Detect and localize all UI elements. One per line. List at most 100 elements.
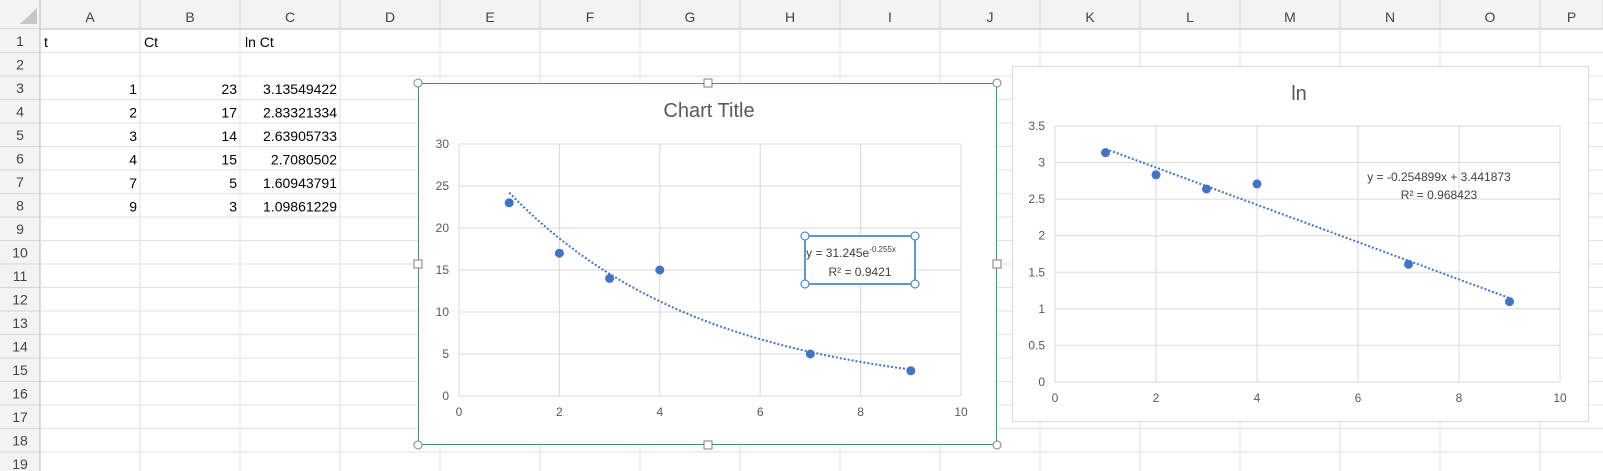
column-header-f[interactable]: F [586, 9, 595, 25]
y-tick-label: 15 [436, 263, 450, 277]
data-point[interactable] [1252, 179, 1262, 189]
column-header-c[interactable]: C [285, 9, 295, 25]
y-tick-label: 2.5 [1028, 192, 1045, 206]
cell-a7[interactable]: 7 [129, 175, 137, 191]
column-header-j[interactable]: J [987, 9, 994, 25]
row-header-14[interactable]: 14 [12, 339, 28, 355]
y-tick-label: 1 [1038, 302, 1045, 316]
cell-c3[interactable]: 3.13549422 [263, 81, 337, 97]
cell-b7[interactable]: 5 [229, 175, 237, 191]
column-header-p[interactable]: P [1567, 9, 1576, 25]
data-point[interactable] [655, 265, 665, 275]
data-point[interactable] [1505, 297, 1514, 307]
y-tick-label: 0 [1038, 375, 1045, 389]
y-tick-label: 2 [1038, 229, 1045, 243]
row-header-9[interactable]: 9 [16, 221, 24, 237]
column-header-k[interactable]: K [1085, 9, 1095, 25]
y-tick-label: 25 [436, 179, 450, 193]
cell-b3[interactable]: 23 [221, 81, 237, 97]
cell-a6[interactable]: 4 [129, 152, 137, 168]
cell-b4[interactable]: 17 [221, 105, 237, 121]
x-tick-label: 10 [1553, 391, 1567, 405]
cell-a4[interactable]: 2 [129, 105, 137, 121]
row-header-7[interactable]: 7 [16, 174, 24, 190]
trendline-label-box[interactable]: y = 31.245e-0.255x R² = 0.9421 [800, 231, 920, 289]
row-header-13[interactable]: 13 [12, 315, 28, 331]
y-tick-label: 0 [442, 389, 449, 403]
row-header-11[interactable]: 11 [13, 268, 28, 284]
x-axis-labels: 0 2 4 6 8 10 [456, 405, 968, 419]
y-axis-labels: 0 0.5 1 1.5 2 2.5 3 3.5 [1028, 119, 1045, 389]
column-header-h[interactable]: H [785, 9, 795, 25]
y-tick-label: 1.5 [1028, 265, 1045, 279]
r-squared[interactable]: R² = 0.968423 [1401, 188, 1478, 202]
cell-c8[interactable]: 1.09861229 [263, 199, 337, 215]
column-header-b[interactable]: B [185, 9, 194, 25]
row-header-3[interactable]: 3 [16, 80, 24, 96]
x-tick-label: 0 [1052, 391, 1059, 405]
row-header-17[interactable]: 17 [12, 409, 28, 425]
row-header-5[interactable]: 5 [16, 127, 24, 143]
row-header-16[interactable]: 16 [12, 386, 28, 402]
row-header-18[interactable]: 18 [12, 433, 28, 449]
column-header-a[interactable]: A [85, 9, 95, 25]
row-header-15[interactable]: 15 [12, 362, 28, 378]
trendline-equation[interactable]: y = -0.254899x + 3.441873 [1367, 170, 1511, 184]
column-header-e[interactable]: E [485, 9, 494, 25]
x-tick-label: 6 [1355, 391, 1362, 405]
data-point[interactable] [906, 366, 916, 376]
column-header-i[interactable]: I [888, 9, 892, 25]
data-point[interactable] [805, 349, 815, 359]
exponential-chart[interactable]: Chart Title 0 5 10 15 20 25 30 0 2 4 6 8 10 y = 31.… [418, 83, 997, 445]
row-header-19[interactable]: 19 [12, 456, 28, 471]
cell-values: t Ct ln Ct 1 23 3.13549422 2 17 2.83321334 3 14… [44, 34, 337, 215]
column-header-m[interactable]: M [1284, 9, 1296, 25]
cell-c6[interactable]: 2.7080502 [271, 152, 337, 168]
column-header-l[interactable]: L [1186, 9, 1194, 25]
data-points[interactable] [504, 198, 916, 376]
cell-c4[interactable]: 2.83321334 [263, 105, 337, 121]
r-squared: R² = 0.9421 [828, 265, 891, 279]
data-point[interactable] [504, 198, 514, 208]
row-header-6[interactable]: 6 [16, 151, 24, 167]
cell-c5[interactable]: 2.63905733 [263, 128, 337, 144]
row-headers: 12345678910111213141516171819 [0, 0, 41, 471]
chart-title[interactable]: ln [1291, 83, 1307, 105]
row-header-12[interactable]: 12 [12, 292, 28, 308]
row-header-10[interactable]: 10 [12, 245, 28, 261]
column-header-g[interactable]: G [685, 9, 696, 25]
cell-b8[interactable]: 3 [229, 199, 237, 215]
data-point[interactable] [1151, 170, 1161, 180]
y-tick-label: 0.5 [1028, 338, 1045, 352]
cell-a5[interactable]: 3 [129, 128, 137, 144]
ln-chart[interactable]: ln 0 0.5 1 1.5 2 2.5 3 3.5 0 2 4 6 8 10 y = -0.25489… [1012, 66, 1589, 422]
row-header-8[interactable]: 8 [16, 198, 24, 214]
x-tick-label: 8 [1456, 391, 1463, 405]
data-point[interactable] [1101, 148, 1110, 158]
column-header-n[interactable]: N [1385, 9, 1395, 25]
data-point[interactable] [554, 248, 564, 258]
cell-b6[interactable]: 15 [221, 152, 237, 168]
cell-a1[interactable]: t [44, 34, 48, 50]
row-header-2[interactable]: 2 [16, 57, 24, 73]
column-header-d[interactable]: D [385, 9, 395, 25]
cell-b1[interactable]: Ct [144, 34, 158, 50]
cell-a8[interactable]: 9 [129, 199, 137, 215]
x-tick-label: 4 [656, 405, 663, 419]
row-header-4[interactable]: 4 [16, 104, 24, 120]
data-point[interactable] [1202, 184, 1211, 194]
data-point[interactable] [1404, 259, 1413, 269]
y-tick-label: 20 [436, 221, 450, 235]
column-header-o[interactable]: O [1485, 9, 1496, 25]
cell-c7[interactable]: 1.60943791 [263, 175, 337, 191]
x-tick-label: 8 [857, 405, 864, 419]
row-header-1[interactable]: 1 [16, 33, 24, 49]
x-tick-label: 6 [757, 405, 764, 419]
x-tick-label: 0 [456, 405, 463, 419]
cell-c1[interactable]: ln Ct [245, 34, 274, 50]
cell-a3[interactable]: 1 [129, 81, 137, 97]
data-point[interactable] [605, 273, 615, 283]
gridlines [1054, 125, 1561, 383]
cell-b5[interactable]: 14 [221, 128, 237, 144]
chart-title[interactable]: Chart Title [663, 100, 754, 122]
